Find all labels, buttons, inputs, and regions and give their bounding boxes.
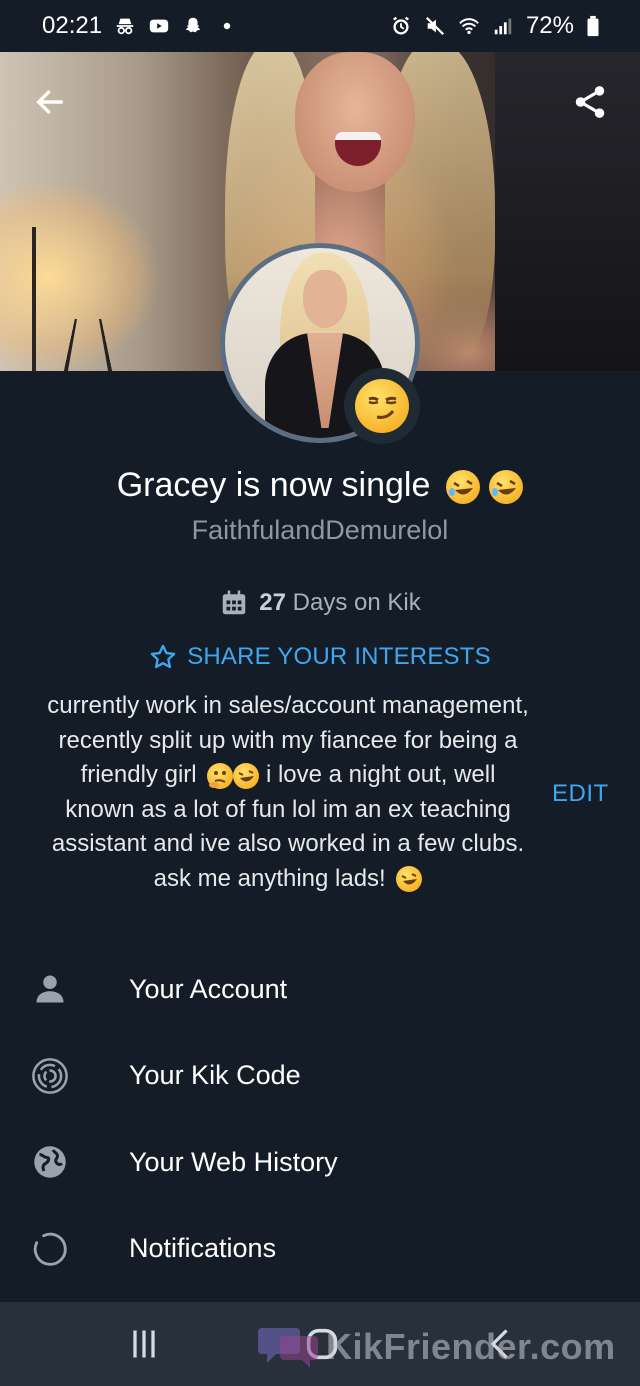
tripod <box>59 318 117 371</box>
days-label: Days on Kik <box>292 589 421 616</box>
lamp-stand <box>32 227 36 371</box>
wifi-icon <box>459 18 479 35</box>
display-name-text: Gracey is now single <box>116 466 431 504</box>
rofl-emoji-icon <box>489 470 524 505</box>
menu-item-label: Your Account <box>129 973 288 1004</box>
menu-item-notifications[interactable]: Notifications <box>0 1206 640 1293</box>
star-icon <box>150 644 176 669</box>
days-count: 27 <box>259 589 286 616</box>
status-bar: 02:21 72% <box>0 0 640 52</box>
bio-line: recently split up with my fiancee for be… <box>58 726 518 754</box>
back-arrow-icon <box>36 90 64 114</box>
profile-menu: Your Account Your Kik Code Your Web Hist… <box>0 946 640 1292</box>
bio-line: ask me anything lads! <box>30 862 546 897</box>
username: FaithfulandDemurelol <box>191 515 449 545</box>
status-time: 02:21 <box>42 12 103 39</box>
share-icon <box>575 86 605 118</box>
rofl-emoji-icon <box>233 762 260 789</box>
calendar-icon <box>223 590 246 615</box>
incognito-icon <box>116 18 134 35</box>
share-interests-button[interactable]: SHARE YOUR INTERESTS <box>0 643 640 671</box>
avatar-face <box>303 270 347 328</box>
watermark: KikFriender.com <box>258 1322 616 1372</box>
recent-apps-button[interactable] <box>114 1320 174 1368</box>
rofl-emoji-icon <box>396 866 423 893</box>
person-icon <box>30 969 70 1009</box>
dot-icon <box>223 22 231 30</box>
menu-item-your-kik-code[interactable]: Your Kik Code <box>0 1033 640 1120</box>
share-interests-label: SHARE YOUR INTERESTS <box>187 643 491 670</box>
bio-segment: ask me anything lads! <box>153 864 386 892</box>
snapchat-icon <box>185 17 201 33</box>
bio-line: currently work in sales/account manageme… <box>47 692 529 719</box>
share-button[interactable] <box>566 78 614 126</box>
youtube-icon <box>149 19 169 33</box>
menu-item-your-web-history[interactable]: Your Web History <box>0 1119 640 1206</box>
rofl-emoji-icon <box>445 470 480 505</box>
mute-icon <box>425 16 445 36</box>
recent-apps-icon <box>133 1330 155 1358</box>
bio: currently work in sales/account manageme… <box>30 689 546 896</box>
chat-bubbles-logo-icon <box>258 1328 318 1368</box>
menu-item-label: Notifications <box>129 1233 277 1264</box>
bio-segment: i love a night out, well <box>265 761 496 788</box>
globe-icon <box>30 1142 70 1182</box>
notification-ring-icon <box>30 1229 70 1269</box>
face <box>295 52 415 192</box>
kik-code-icon <box>30 1056 70 1096</box>
thinking-emoji-icon <box>207 762 234 789</box>
alarm-icon <box>392 16 409 35</box>
bio-line: friendly girl i love a night out, well <box>30 758 546 793</box>
back-button[interactable] <box>26 78 74 126</box>
menu-item-label: Your Kik Code <box>129 1060 301 1091</box>
menu-item-your-account[interactable]: Your Account <box>0 946 640 1033</box>
smirk-emoji-icon <box>355 379 409 433</box>
mood-badge[interactable] <box>344 368 420 444</box>
battery-icon <box>587 15 599 37</box>
signal-icon <box>494 18 512 35</box>
menu-item-label: Your Web History <box>129 1146 338 1177</box>
battery-percent: 72% <box>525 12 574 39</box>
watermark-text: KikFriender.com <box>326 1326 616 1367</box>
edit-bio-button[interactable]: EDIT <box>552 780 609 808</box>
display-name: Gracey is now single <box>0 466 640 505</box>
bio-line: known as a lot of fun lol im an ex teach… <box>65 795 511 823</box>
days-on-kik: 27 Days on Kik <box>0 588 640 618</box>
bio-segment: friendly girl <box>80 761 197 788</box>
bio-line: assistant and ive also worked in a few c… <box>51 830 525 857</box>
